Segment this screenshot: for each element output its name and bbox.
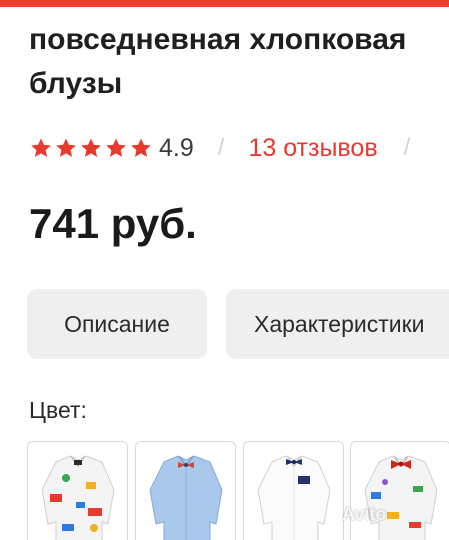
shirt-white-image	[257, 455, 331, 540]
product-title-line-2: блузы	[29, 67, 123, 100]
shirt-blue-image	[149, 455, 223, 540]
star-icon	[31, 138, 51, 157]
price: 741 руб.	[29, 200, 197, 247]
star-icon	[131, 138, 151, 157]
star-icon	[81, 138, 101, 157]
color-option-printed-shirt[interactable]	[27, 441, 128, 540]
shirt-printed-image	[41, 455, 115, 540]
tab-characteristics[interactable]: Характеристики	[226, 289, 449, 359]
divider: /	[217, 134, 225, 161]
product-page: повседневная хлопковая блузы 4.9 / 13 от…	[0, 0, 449, 540]
tab-description-label: Описание	[64, 310, 170, 337]
color-label: Цвет:	[29, 397, 87, 423]
rating-stars	[29, 136, 153, 160]
color-option-white-shirt[interactable]	[243, 441, 344, 540]
star-icon	[56, 138, 76, 157]
tab-description[interactable]: Описание	[27, 289, 207, 359]
color-option-printed-shirt-red-bow[interactable]	[350, 441, 449, 540]
rating-value: 4.9	[159, 133, 194, 162]
top-accent-bar	[0, 0, 449, 7]
tab-characteristics-label: Характеристики	[254, 310, 425, 337]
product-title-line-1: повседневная хлопковая	[29, 23, 407, 56]
shirt-printed-red-bow-image	[364, 455, 438, 540]
color-option-light-blue-shirt[interactable]	[135, 441, 236, 540]
divider: /	[403, 134, 411, 161]
watermark: Avito	[342, 504, 387, 524]
rating-row: 4.9 / 13 отзывов /	[29, 132, 410, 164]
star-icon	[106, 138, 126, 157]
product-title: повседневная хлопковая блузы	[29, 18, 449, 106]
reviews-link[interactable]: 13 отзывов	[248, 134, 377, 163]
